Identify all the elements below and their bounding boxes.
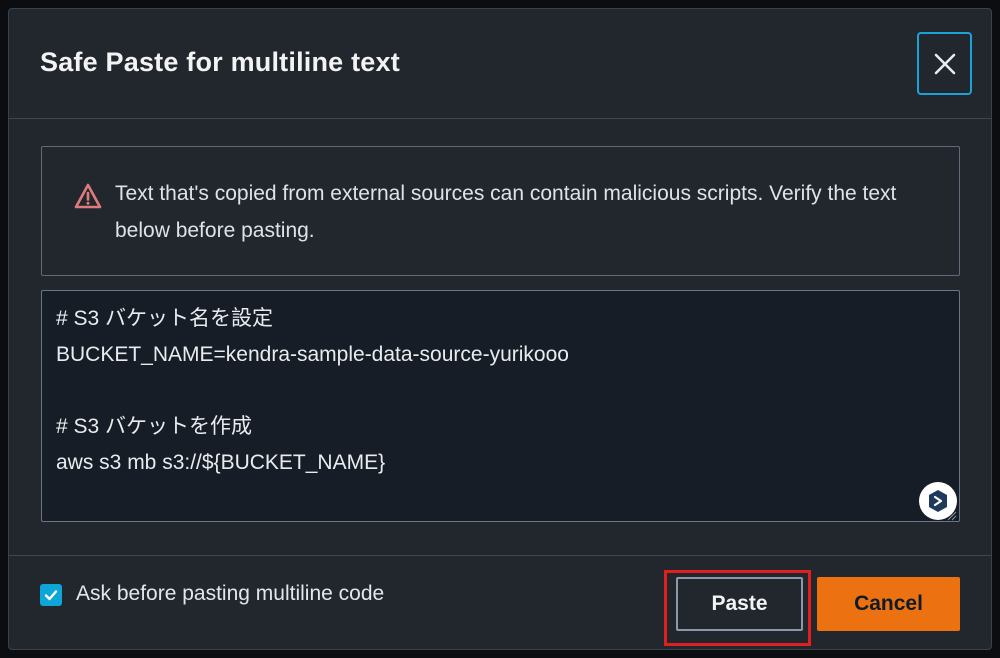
checkmark-icon — [44, 590, 58, 601]
close-button[interactable] — [917, 32, 972, 95]
checkbox-label[interactable]: Ask before pasting multiline code — [76, 582, 384, 606]
code-line: BUCKET_NAME=kendra-sample-data-source-yu… — [56, 343, 569, 366]
warning-triangle-icon — [74, 183, 102, 209]
footer-divider — [9, 555, 991, 556]
ask-before-paste-checkbox[interactable] — [40, 584, 62, 606]
header-divider — [9, 118, 991, 119]
code-textarea[interactable]: # S3 バケット名を設定 BUCKET_NAME=kendra-sample-… — [41, 290, 960, 522]
close-icon — [934, 53, 955, 74]
resize-handle-icon[interactable] — [945, 509, 957, 521]
code-line: # S3 バケットを作成 — [56, 415, 253, 438]
dialog-title: Safe Paste for multiline text — [40, 47, 400, 77]
paste-button[interactable]: Paste — [676, 577, 803, 631]
code-line: aws s3 mb s3://${BUCKET_NAME} — [56, 451, 386, 474]
safe-paste-dialog: Safe Paste for multiline text Text that'… — [8, 8, 992, 650]
dialog-header: Safe Paste for multiline text — [9, 9, 991, 119]
code-line: # S3 バケット名を設定 — [56, 307, 274, 330]
warning-text: Text that's copied from external sources… — [115, 182, 897, 242]
warning-alert: Text that's copied from external sources… — [41, 146, 960, 276]
cancel-button[interactable]: Cancel — [817, 577, 960, 631]
